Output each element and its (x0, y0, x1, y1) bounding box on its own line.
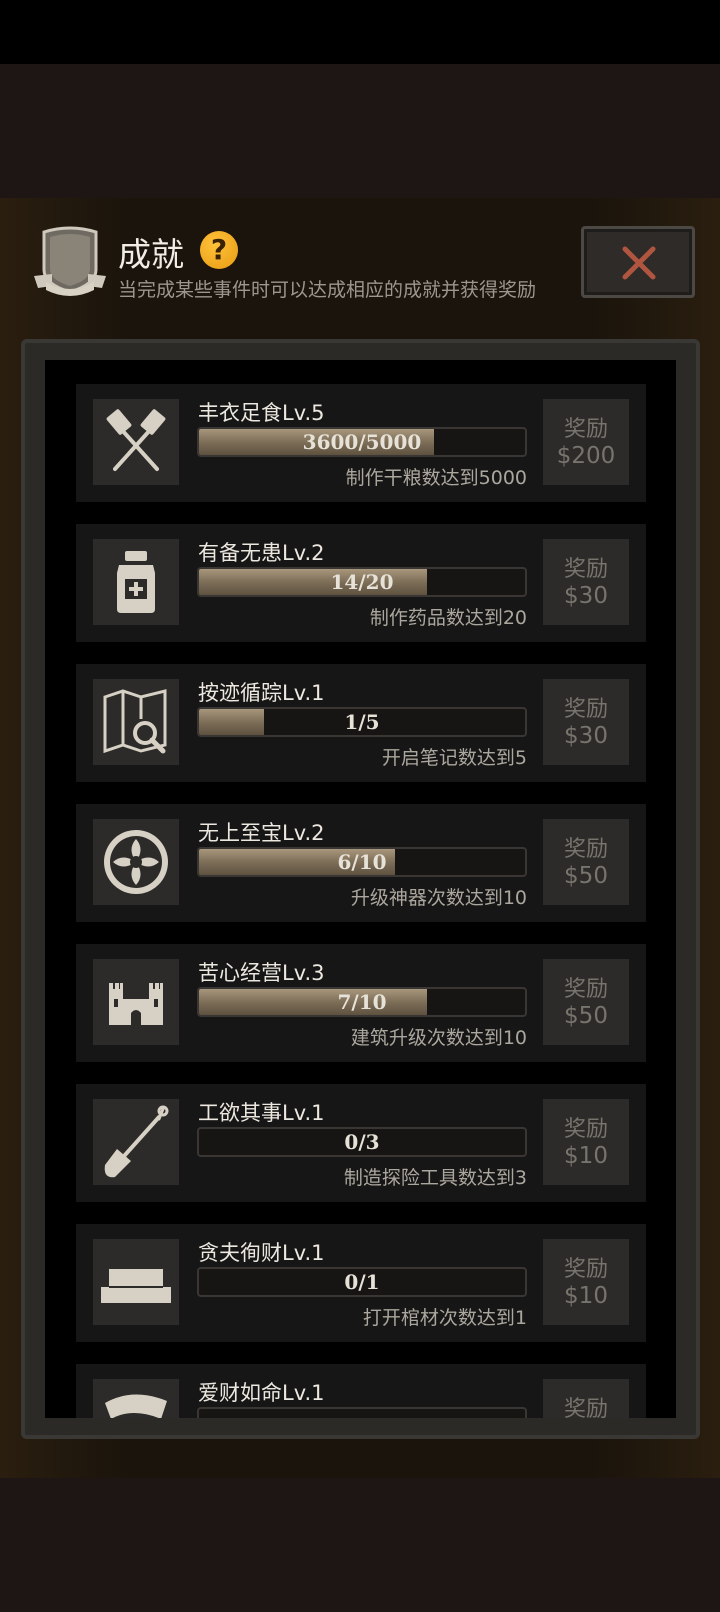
shield-badge-icon (34, 226, 106, 296)
status-bar (0, 0, 720, 64)
reward-value: $10 (564, 1283, 608, 1309)
progress-text: 7/10 (337, 990, 387, 1014)
help-icon[interactable]: ? (200, 231, 238, 269)
achievement-description: 制作干粮数达到5000 (345, 467, 527, 489)
achievement-icon-box (93, 959, 179, 1045)
achievement-icon-box (93, 539, 179, 625)
reward-button[interactable]: 奖励 $50 (543, 959, 629, 1045)
reward-label: 奖励 (563, 1397, 608, 1418)
achievement-name: 无上至宝Lv.2 (198, 821, 325, 845)
progress-bar: 3600/5000 (197, 427, 527, 457)
achievement-description: 开启笔记数达到5 (381, 747, 527, 769)
achievement-icon-box (93, 679, 179, 765)
reward-label: 奖励 (563, 977, 608, 1002)
progress-bar (197, 1407, 527, 1418)
reward-button[interactable]: 奖励 $30 (543, 539, 629, 625)
achievement-card: 无上至宝Lv.2 6/10 升级神器次数达到10 奖励 $50 (76, 804, 646, 922)
achievement-card: 按迹循踪Lv.1 1/5 开启笔记数达到5 奖励 $30 (76, 664, 646, 782)
close-button[interactable] (581, 226, 695, 298)
achievement-list[interactable]: 丰衣足食Lv.5 3600/5000 制作干粮数达到5000 奖励 $200 有… (45, 360, 676, 1418)
reward-button[interactable]: 奖励 $50 (543, 819, 629, 905)
map-search-icon (103, 689, 167, 754)
shovel-icon (104, 1105, 169, 1178)
reward-label: 奖励 (563, 837, 608, 862)
medicine-bottle-icon (117, 551, 155, 613)
reward-value: $30 (564, 723, 608, 749)
achievement-description: 升级神器次数达到10 (350, 887, 527, 909)
reward-label: 奖励 (563, 1117, 608, 1142)
achievement-name: 苦心经营Lv.3 (198, 961, 325, 985)
close-icon (622, 246, 656, 280)
reward-button[interactable]: 奖励 $10 (543, 1099, 629, 1185)
page-title: 成就 (118, 235, 184, 274)
achievement-name: 爱财如命Lv.1 (198, 1381, 325, 1405)
reward-button[interactable]: 奖励 $200 (543, 399, 629, 485)
achievement-icon-box (93, 1379, 179, 1418)
reward-label: 奖励 (563, 697, 608, 722)
progress-text: 14/20 (330, 570, 394, 594)
reward-value: $50 (564, 863, 608, 889)
reward-label: 奖励 (563, 557, 608, 582)
progress-bar: 7/10 (197, 987, 527, 1017)
reward-button[interactable]: 奖励 $30 (543, 679, 629, 765)
reward-value: $50 (564, 1003, 608, 1029)
reward-value: $200 (556, 443, 616, 469)
achievement-name: 贪夫徇财Lv.1 (198, 1241, 325, 1265)
progress-text: 6/10 (337, 850, 387, 874)
reward-label: 奖励 (563, 1257, 608, 1282)
achievement-description: 建筑升级次数达到10 (350, 1027, 527, 1049)
achievement-description: 制作药品数达到20 (369, 607, 527, 629)
progress-text (199, 1409, 525, 1418)
achievement-icon-box (93, 399, 179, 485)
progress-text: 0/3 (344, 1130, 380, 1154)
achievement-name: 丰衣足食Lv.5 (198, 401, 325, 425)
achievement-description: 制造探险工具数达到3 (343, 1167, 527, 1189)
achievement-card: 丰衣足食Lv.5 3600/5000 制作干粮数达到5000 奖励 $200 (76, 384, 646, 502)
reward-value: $10 (564, 1143, 608, 1169)
coffin-icon (101, 1269, 171, 1303)
castle-icon (109, 983, 163, 1025)
progress-bar: 0/1 (197, 1267, 527, 1297)
achievement-card: 苦心经营Lv.3 7/10 建筑升级次数达到10 奖励 $50 (76, 944, 646, 1062)
progress-bar: 1/5 (197, 707, 527, 737)
dimmed-background-bottom[interactable] (0, 1478, 720, 1612)
achievement-card: 有备无患Lv.2 14/20 制作药品数达到20 奖励 $30 (76, 524, 646, 642)
crossed-spatulas-icon (106, 409, 166, 471)
achievement-name: 工欲其事Lv.1 (198, 1101, 325, 1125)
achievement-name: 有备无患Lv.2 (198, 541, 325, 565)
treasure-icon (105, 1394, 167, 1418)
reward-label: 奖励 (563, 417, 608, 442)
achievement-card: 工欲其事Lv.1 0/3 制造探险工具数达到3 奖励 $10 (76, 1084, 646, 1202)
reward-button[interactable]: 奖励 $10 (543, 1239, 629, 1325)
reward-button[interactable]: 奖励 (543, 1379, 629, 1418)
achievement-card: 爱财如命Lv.1 奖励 (76, 1364, 646, 1418)
progress-text: 1/5 (344, 710, 380, 734)
achievement-description: 打开棺材次数达到1 (362, 1307, 527, 1329)
progress-bar: 14/20 (197, 567, 527, 597)
progress-text: 0/1 (344, 1270, 380, 1294)
achievement-name: 按迹循踪Lv.1 (198, 681, 325, 705)
reward-value: $30 (564, 583, 608, 609)
page-subtitle: 当完成某些事件时可以达成相应的成就并获得奖励 (118, 279, 537, 301)
ornament-medallion-icon (104, 830, 168, 894)
dimmed-background-top[interactable] (0, 64, 720, 198)
achievement-icon-box (93, 1099, 179, 1185)
progress-text: 3600/5000 (302, 430, 422, 454)
achievement-card: 贪夫徇财Lv.1 0/1 打开棺材次数达到1 奖励 $10 (76, 1224, 646, 1342)
progress-bar: 0/3 (197, 1127, 527, 1157)
achievement-icon-box (93, 819, 179, 905)
achievement-icon-box (93, 1239, 179, 1325)
progress-bar: 6/10 (197, 847, 527, 877)
